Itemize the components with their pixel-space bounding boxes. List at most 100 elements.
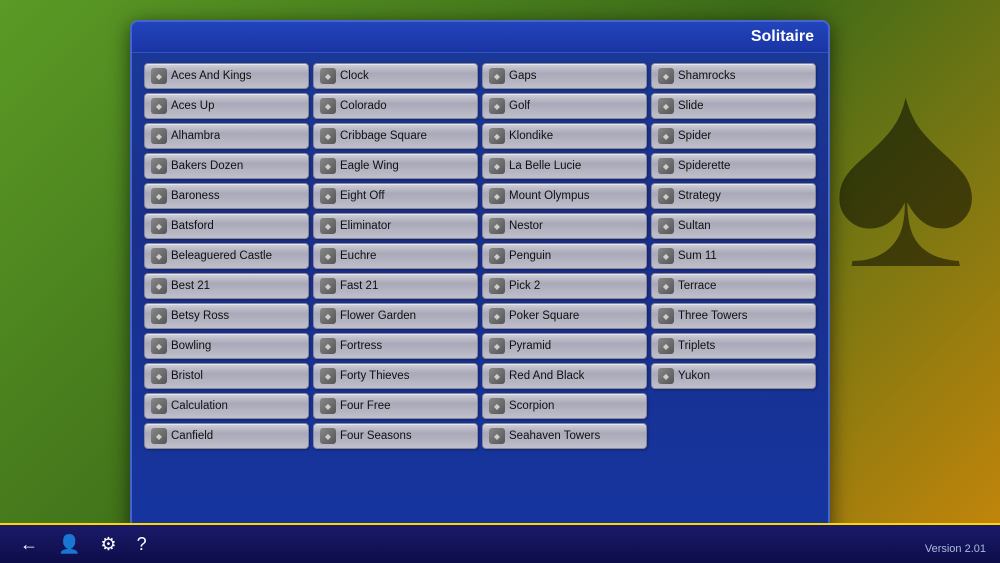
game-button-canfield[interactable]: ◆Canfield xyxy=(144,423,309,449)
game-button-gaps[interactable]: ◆Gaps xyxy=(482,63,647,89)
game-label: Eagle Wing xyxy=(340,160,399,172)
user-icon[interactable]: 👤 xyxy=(58,534,80,555)
game-label: Pick 2 xyxy=(509,280,540,292)
back-icon[interactable]: ← xyxy=(20,534,38,555)
game-button-yukon[interactable]: ◆Yukon xyxy=(651,363,816,389)
game-label: Forty Thieves xyxy=(340,370,409,382)
game-button-alhambra[interactable]: ◆Alhambra xyxy=(144,123,309,149)
game-button-bowling[interactable]: ◆Bowling xyxy=(144,333,309,359)
game-icon: ◆ xyxy=(151,338,167,354)
game-button-eagle-wing[interactable]: ◆ Eagle Wing xyxy=(313,153,478,179)
game-label: Terrace xyxy=(678,280,716,292)
bottom-bar: ← 👤 ⚙? xyxy=(0,523,1000,563)
game-label: Strategy xyxy=(678,190,721,202)
game-button-mount-olympus[interactable]: ◆Mount Olympus xyxy=(482,183,647,209)
game-icon: ◆ xyxy=(489,248,505,264)
game-icon: ◆ xyxy=(320,278,336,294)
game-button-calculation[interactable]: ◆Calculation xyxy=(144,393,309,419)
game-icon: ◆ xyxy=(658,278,674,294)
game-button-eight-off[interactable]: ◆Eight Off xyxy=(313,183,478,209)
game-button-aces-up[interactable]: ◆Aces Up xyxy=(144,93,309,119)
game-icon: ◆ xyxy=(320,128,336,144)
game-button-spiderette[interactable]: ◆Spiderette xyxy=(651,153,816,179)
game-label: Red And Black xyxy=(509,370,584,382)
game-icon: ◆ xyxy=(320,158,336,174)
game-icon: ◆ xyxy=(320,98,336,114)
game-button-clock[interactable]: ◆Clock xyxy=(313,63,478,89)
game-icon: ◆ xyxy=(658,158,674,174)
title-bar: Solitaire xyxy=(132,22,828,53)
game-label: Golf xyxy=(509,100,530,112)
game-label: Shamrocks xyxy=(678,70,736,82)
game-button-penguin[interactable]: ◆ Penguin xyxy=(482,243,647,269)
game-label: Gaps xyxy=(509,70,537,82)
game-label: Penguin xyxy=(509,250,551,262)
game-icon: ◆ xyxy=(489,98,505,114)
game-label: La Belle Lucie xyxy=(509,160,581,172)
game-icon: ◆ xyxy=(489,188,505,204)
game-button-la-belle-lucie[interactable]: ◆La Belle Lucie xyxy=(482,153,647,179)
game-button-golf[interactable]: ◆ Golf xyxy=(482,93,647,119)
game-icon: ◆ xyxy=(320,218,336,234)
game-button-sultan[interactable]: ◆Sultan xyxy=(651,213,816,239)
game-button-four-seasons[interactable]: ◆ Four Seasons xyxy=(313,423,478,449)
settings-icon[interactable]: ⚙ xyxy=(100,534,116,555)
game-icon: ◆ xyxy=(489,338,505,354)
game-button-forty-thieves[interactable]: ◆ Forty Thieves xyxy=(313,363,478,389)
game-label: Four Seasons xyxy=(340,430,412,442)
game-button-euchre[interactable]: ◆Euchre xyxy=(313,243,478,269)
game-button-betsy-ross[interactable]: ◆Betsy Ross xyxy=(144,303,309,329)
game-button-batsford[interactable]: ◆ Batsford xyxy=(144,213,309,239)
game-icon: ◆ xyxy=(151,248,167,264)
game-button-colorado[interactable]: ◆ Colorado xyxy=(313,93,478,119)
game-button-best-21[interactable]: ◆Best 21 xyxy=(144,273,309,299)
game-button-flower-garden[interactable]: ◆Flower Garden xyxy=(313,303,478,329)
game-button-beleaguered-castle[interactable]: ◆ Beleaguered Castle xyxy=(144,243,309,269)
game-icon: ◆ xyxy=(658,248,674,264)
game-button-triplets[interactable]: ◆Triplets xyxy=(651,333,816,359)
game-icon: ◆ xyxy=(151,398,167,414)
game-icon: ◆ xyxy=(489,368,505,384)
game-icon: ◆ xyxy=(320,248,336,264)
game-label: Nestor xyxy=(509,220,543,232)
game-button-klondike[interactable]: ◆Klondike xyxy=(482,123,647,149)
game-button-pick-2[interactable]: ◆Pick 2 xyxy=(482,273,647,299)
game-button-red-and-black[interactable]: ◆ Red And Black xyxy=(482,363,647,389)
game-icon: ◆ xyxy=(658,98,674,114)
game-icon: ◆ xyxy=(320,368,336,384)
game-button-aces-and-kings[interactable]: ◆Aces And Kings xyxy=(144,63,309,89)
game-label: Bristol xyxy=(171,370,203,382)
game-button-cribbage-square[interactable]: ◆Cribbage Square xyxy=(313,123,478,149)
game-button-eliminator[interactable]: ◆Eliminator xyxy=(313,213,478,239)
game-label: Colorado xyxy=(340,100,387,112)
game-icon: ◆ xyxy=(489,428,505,444)
help-icon[interactable]: ? xyxy=(137,534,147,555)
game-icon: ◆ xyxy=(320,338,336,354)
game-button-pyramid[interactable]: ◆Pyramid xyxy=(482,333,647,359)
game-button-seahaven-towers[interactable]: ◆Seahaven Towers xyxy=(482,423,647,449)
game-button-slide[interactable]: ◆Slide xyxy=(651,93,816,119)
game-button-strategy[interactable]: ◆Strategy xyxy=(651,183,816,209)
game-button-shamrocks[interactable]: ◆Shamrocks xyxy=(651,63,816,89)
game-button-scorpion[interactable]: ◆Scorpion xyxy=(482,393,647,419)
game-icon: ◆ xyxy=(320,428,336,444)
game-button-sum-11[interactable]: ◆Sum 11 xyxy=(651,243,816,269)
game-button-fortress[interactable]: ◆Fortress xyxy=(313,333,478,359)
game-label: Beleaguered Castle xyxy=(171,250,272,262)
game-button-three-towers[interactable]: ◆Three Towers xyxy=(651,303,816,329)
game-button-nestor[interactable]: ◆ Nestor xyxy=(482,213,647,239)
game-button-four-free[interactable]: ◆Four Free xyxy=(313,393,478,419)
game-icon: ◆ xyxy=(151,278,167,294)
game-icon: ◆ xyxy=(489,218,505,234)
game-button-baroness[interactable]: ◆Baroness xyxy=(144,183,309,209)
game-button-spider[interactable]: ◆Spider xyxy=(651,123,816,149)
game-button-bristol[interactable]: ◆Bristol xyxy=(144,363,309,389)
game-label: Fast 21 xyxy=(340,280,378,292)
game-button-bakers-dozen[interactable]: ◆Bakers Dozen xyxy=(144,153,309,179)
game-icon: ◆ xyxy=(151,218,167,234)
game-button-terrace[interactable]: ◆ Terrace xyxy=(651,273,816,299)
game-button-poker-square[interactable]: ◆Poker Square xyxy=(482,303,647,329)
game-label: Batsford xyxy=(171,220,214,232)
game-label: Eight Off xyxy=(340,190,385,202)
game-button-fast-21[interactable]: ◆ Fast 21 xyxy=(313,273,478,299)
